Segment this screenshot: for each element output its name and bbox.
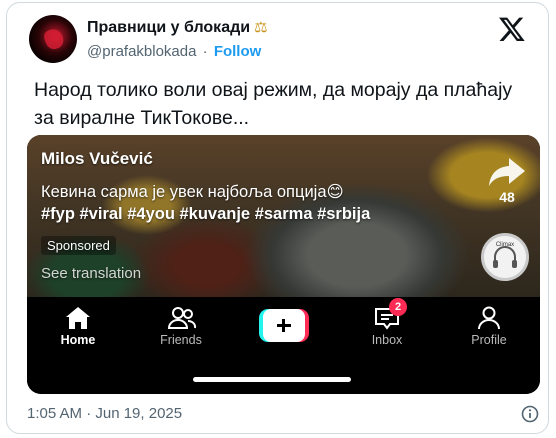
tweet-text: Народ толико воли овај режим, да морају …	[34, 79, 513, 129]
tweet-timestamp[interactable]: 1:05 AM · Jun 19, 2025	[27, 405, 182, 422]
separator-dot: ·	[202, 43, 208, 60]
share-count: 48	[499, 189, 515, 205]
nav-inbox-label: Inbox	[371, 333, 403, 347]
video-caption: Кевина сарма је увек најбоља опција😊	[41, 183, 344, 201]
create-plus-button[interactable]	[259, 309, 309, 342]
inbox-badge: 2	[389, 298, 407, 316]
tiktok-bottom-nav: Home Friends 2 Inbox Profile	[27, 297, 540, 394]
handle[interactable]: @prafakblokada	[87, 43, 196, 60]
see-translation-link[interactable]: See translation	[41, 265, 141, 282]
info-icon[interactable]	[521, 405, 539, 423]
nav-home-label: Home	[60, 333, 96, 347]
x-logo-icon[interactable]	[498, 15, 526, 43]
display-name[interactable]: Правници у блокади	[87, 19, 250, 36]
profile-icon	[478, 306, 500, 330]
nav-friends-label: Friends	[160, 333, 202, 347]
video-author[interactable]: Milos Vučević	[41, 149, 153, 169]
avatar[interactable]	[29, 15, 77, 63]
handle-row: @prafakblokada · Follow	[87, 43, 261, 60]
sponsored-label: Sponsored	[41, 236, 116, 255]
plus-icon	[263, 309, 305, 342]
home-indicator-bar	[193, 377, 351, 382]
friends-icon	[167, 307, 197, 329]
display-name-row[interactable]: Правници у блокади ⚖	[87, 18, 268, 37]
scales-icon: ⚖	[254, 19, 268, 36]
tiktok-video-embed[interactable]: Milos Vučević Кевина сарма је увек најбо…	[27, 135, 540, 394]
share-arrow-icon[interactable]	[487, 155, 527, 189]
video-frame[interactable]: Milos Vučević Кевина сарма је увек најбо…	[27, 135, 540, 297]
sound-disc-icon[interactable]: Climax	[481, 233, 529, 281]
nav-profile-label: Profile	[471, 333, 507, 347]
video-hashtags[interactable]: #fyp #viral #4you #kuvanje #sarma #srbij…	[41, 205, 370, 224]
disc-label: Climax	[495, 242, 515, 248]
follow-button[interactable]: Follow	[214, 43, 262, 60]
home-icon	[66, 307, 90, 329]
